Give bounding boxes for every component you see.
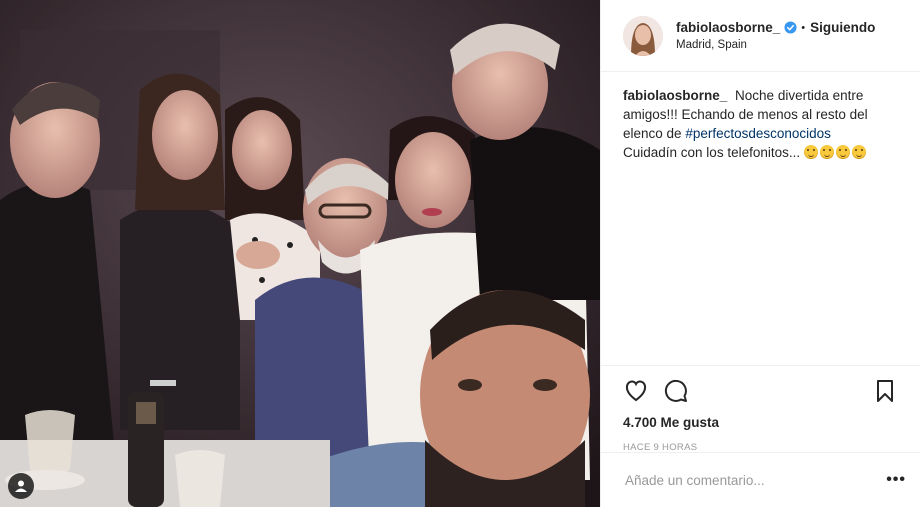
wink-emoji-icon — [803, 145, 818, 159]
location-link[interactable]: Madrid, Spain — [676, 39, 875, 51]
post-photo[interactable] — [0, 0, 600, 507]
caption-username[interactable]: fabiolaosborne_ — [623, 88, 727, 103]
following-button[interactable]: Siguiendo — [810, 20, 875, 35]
post-sidebar: fabiolaosborne_ • Siguiendo Madrid, Spai… — [600, 0, 920, 507]
more-options-icon[interactable]: ••• — [886, 471, 906, 489]
avatar[interactable] — [623, 15, 663, 56]
comment-input[interactable] — [623, 471, 887, 489]
caption-text-2: Cuidadín con los telefonitos... — [623, 145, 804, 160]
caption: fabiolaosborne_ Noche divertida entre am… — [601, 72, 920, 365]
like-button[interactable] — [623, 378, 649, 404]
header-row: fabiolaosborne_ • Siguiendo — [676, 20, 875, 35]
header-info: fabiolaosborne_ • Siguiendo Madrid, Spai… — [676, 20, 875, 51]
post-actions: 4.700 Me gusta HACE 9 HORAS — [601, 365, 920, 453]
bookmark-icon — [877, 380, 893, 402]
verified-badge-icon — [784, 21, 797, 34]
instagram-post: fabiolaosborne_ • Siguiendo Madrid, Spai… — [0, 0, 920, 507]
laughing-emoji-icon — [851, 145, 866, 159]
photo-image — [0, 0, 600, 507]
comment-icon — [664, 379, 687, 402]
separator: • — [801, 21, 806, 34]
comment-button[interactable] — [663, 378, 689, 404]
laughing-emoji-icon — [835, 145, 850, 159]
laughing-emoji-icon — [819, 145, 834, 159]
user-tag-icon — [15, 480, 27, 492]
avatar-image — [623, 15, 663, 56]
likes-count[interactable]: 4.700 Me gusta — [623, 415, 898, 430]
save-button[interactable] — [872, 378, 898, 404]
hashtag-link[interactable]: #perfectosdesconocidos — [685, 126, 831, 141]
heart-icon — [625, 380, 647, 402]
comment-form: ••• — [601, 452, 920, 507]
action-icons — [623, 376, 898, 406]
header-username[interactable]: fabiolaosborne_ — [676, 20, 780, 35]
user-tag-button[interactable] — [8, 473, 34, 499]
post-header: fabiolaosborne_ • Siguiendo Madrid, Spai… — [601, 0, 920, 72]
